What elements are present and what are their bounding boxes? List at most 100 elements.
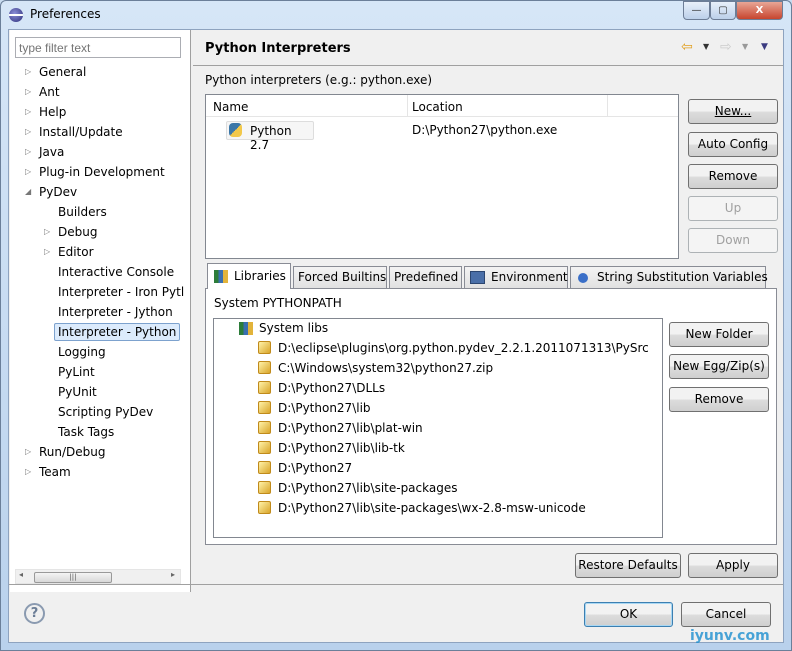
collapsed-twisty-icon[interactable]: ▷ <box>25 83 31 101</box>
auto-config-button[interactable]: Auto Config <box>688 132 778 157</box>
watermark: iyunv.com <box>690 628 770 644</box>
tree-horizontal-scrollbar[interactable]: ◂ ||| ▸ <box>15 569 181 584</box>
column-divider[interactable] <box>407 95 408 117</box>
table-row[interactable]: Python 2.7 <box>226 121 314 152</box>
collapsed-twisty-icon[interactable]: ▷ <box>25 123 31 141</box>
maximize-button[interactable]: ▢ <box>710 1 736 20</box>
new-interpreter-button[interactable]: New... <box>688 99 778 124</box>
tab-label: String Substitution Variables <box>597 270 768 284</box>
scroll-thumb[interactable]: ||| <box>34 572 112 583</box>
collapsed-twisty-icon[interactable]: ▷ <box>25 63 31 81</box>
tree-item[interactable]: Help <box>39 103 66 121</box>
tree-item[interactable]: Editor <box>58 243 94 261</box>
path-item[interactable]: D:\Python27 <box>278 459 352 477</box>
up-button[interactable]: Up <box>688 196 778 221</box>
down-button[interactable]: Down <box>688 228 778 253</box>
tab-libraries[interactable]: Libraries <box>207 263 291 289</box>
close-button[interactable]: X <box>736 1 783 20</box>
interpreters-label: Python interpreters (e.g.: python.exe) <box>205 73 433 87</box>
tree-item[interactable]: Install/Update <box>39 123 123 141</box>
remove-path-button[interactable]: Remove <box>669 387 769 412</box>
collapsed-twisty-icon[interactable]: ▷ <box>25 143 31 161</box>
jar-icon <box>258 421 271 434</box>
column-header-name[interactable]: Name <box>213 100 248 114</box>
tab-environment[interactable]: Environment <box>464 266 568 288</box>
path-item[interactable]: D:\eclipse\plugins\org.python.pydev_2.2.… <box>278 339 649 357</box>
tree-item[interactable]: Interactive Console <box>58 263 174 281</box>
jar-icon <box>258 461 271 474</box>
collapsed-twisty-icon[interactable]: ▷ <box>25 463 31 481</box>
tree-item[interactable]: Logging <box>58 343 106 361</box>
jar-icon <box>258 501 271 514</box>
tree-item[interactable]: Interpreter - Python <box>54 323 181 341</box>
back-icon[interactable]: ⇦ <box>681 39 693 55</box>
environment-icon <box>470 271 485 284</box>
restore-defaults-button[interactable]: Restore Defaults <box>575 553 681 578</box>
path-item[interactable]: D:\Python27\DLLs <box>278 379 385 397</box>
tree-item[interactable]: Team <box>39 463 71 481</box>
tree-item[interactable]: PyDev <box>39 183 77 201</box>
collapsed-twisty-icon[interactable]: ▷ <box>25 163 31 181</box>
footer-separator <box>9 584 783 585</box>
header-separator <box>193 65 783 66</box>
remove-interpreter-button[interactable]: Remove <box>688 164 778 189</box>
filter-input[interactable] <box>15 37 181 58</box>
tree-item[interactable]: PyUnit <box>58 383 97 401</box>
view-menu-icon[interactable]: ▼ <box>761 42 768 52</box>
tab-string-substitution[interactable]: String Substitution Variables <box>570 266 768 288</box>
expanded-twisty-icon[interactable]: ◢ <box>25 183 31 201</box>
column-header-location[interactable]: Location <box>412 100 463 114</box>
page-title: Python Interpreters <box>205 41 351 56</box>
minimize-button[interactable]: — <box>683 1 710 20</box>
path-item[interactable]: D:\Python27\lib <box>278 399 371 417</box>
tree-item[interactable]: General <box>39 63 86 81</box>
ok-button[interactable]: OK <box>584 602 673 627</box>
tab-label: Libraries <box>234 269 286 283</box>
tree-item[interactable]: Builders <box>58 203 107 221</box>
system-libs-icon <box>239 322 253 335</box>
tab-predefined[interactable]: Predefined <box>389 266 462 288</box>
apply-button[interactable]: Apply <box>688 553 778 578</box>
tree-item[interactable]: Java <box>39 143 64 161</box>
python-icon <box>229 123 242 137</box>
jar-icon <box>258 361 271 374</box>
tab-forced-builtins[interactable]: Forced Builtins <box>293 266 387 288</box>
tree-item[interactable]: Task Tags <box>58 423 114 441</box>
tree-item[interactable]: Run/Debug <box>39 443 106 461</box>
eclipse-icon <box>9 8 23 22</box>
path-item[interactable]: D:\Python27\lib\plat-win <box>278 419 423 437</box>
system-libs-node[interactable]: System libs <box>259 319 328 337</box>
collapsed-twisty-icon[interactable]: ▷ <box>44 243 50 261</box>
tree-item[interactable]: Interpreter - Iron Pytl <box>58 283 184 301</box>
variables-icon <box>578 273 588 283</box>
path-item[interactable]: C:\Windows\system32\python27.zip <box>278 359 493 377</box>
interpreter-location: D:\Python27\python.exe <box>412 123 558 137</box>
path-item[interactable]: D:\Python27\lib\site-packages <box>278 479 457 497</box>
interpreter-name: Python 2.7 <box>250 124 292 152</box>
pythonpath-label: System PYTHONPATH <box>214 296 342 310</box>
window-title: Preferences <box>30 7 101 21</box>
column-divider[interactable] <box>607 95 608 117</box>
path-item[interactable]: D:\Python27\lib\site-packages\wx-2.8-msw… <box>278 499 586 517</box>
path-item[interactable]: D:\Python27\lib\lib-tk <box>278 439 405 457</box>
new-folder-button[interactable]: New Folder <box>669 322 769 347</box>
cancel-button[interactable]: Cancel <box>681 602 771 627</box>
tree-item[interactable]: PyLint <box>58 363 95 381</box>
tree-item[interactable]: Ant <box>39 83 60 101</box>
forward-menu-icon[interactable]: ▼ <box>742 42 748 51</box>
scroll-right-icon[interactable]: ▸ <box>171 570 175 579</box>
new-egg-zip-button[interactable]: New Egg/Zip(s) <box>669 354 769 379</box>
back-menu-icon[interactable]: ▼ <box>703 42 709 51</box>
collapsed-twisty-icon[interactable]: ▷ <box>25 103 31 121</box>
interpreters-table[interactable]: Name Location Python 2.7 D:\Python27\pyt… <box>205 94 679 259</box>
forward-icon[interactable]: ⇨ <box>720 39 732 55</box>
button-label: New... <box>714 104 752 118</box>
tree-item[interactable]: Debug <box>58 223 97 241</box>
collapsed-twisty-icon[interactable]: ▷ <box>25 443 31 461</box>
tree-item[interactable]: Interpreter - Jython <box>58 303 173 321</box>
tree-item[interactable]: Plug-in Development <box>39 163 165 181</box>
tree-item[interactable]: Scripting PyDev <box>58 403 153 421</box>
help-icon[interactable]: ? <box>24 603 45 624</box>
collapsed-twisty-icon[interactable]: ▷ <box>44 223 50 241</box>
scroll-left-icon[interactable]: ◂ <box>19 570 23 579</box>
